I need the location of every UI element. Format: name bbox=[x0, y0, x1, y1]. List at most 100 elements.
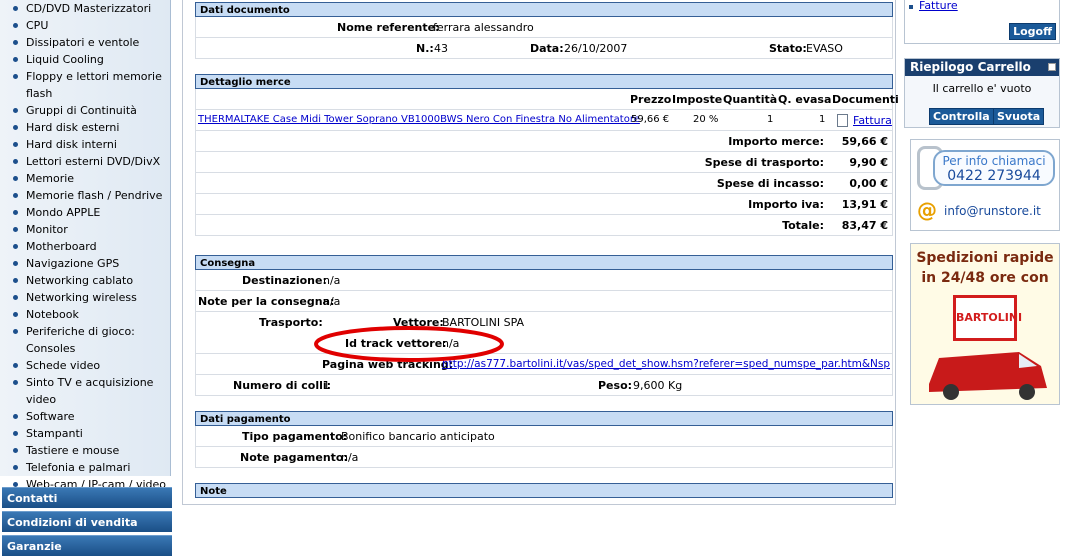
left-sidebar: CD/DVD Masterizzatori CPU Dissipatori e ve… bbox=[0, 0, 172, 559]
sidebar-category-item[interactable]: Monitor bbox=[0, 221, 170, 238]
sidebar-category-label: Notebook bbox=[26, 308, 79, 321]
category-list: CD/DVD Masterizzatori CPU Dissipatori e ve… bbox=[0, 0, 171, 525]
logoff-button[interactable]: Logoff bbox=[1009, 23, 1056, 40]
sidebar-category-item[interactable]: Mondo APPLE bbox=[0, 204, 170, 221]
contatti-button[interactable]: Contatti bbox=[2, 487, 172, 508]
col-quantita: Quantità bbox=[723, 93, 778, 106]
sidebar-category-label: Telefonia e palmari bbox=[26, 461, 131, 474]
sidebar-category-item[interactable]: Floppy e lettori memorie flash bbox=[0, 68, 170, 102]
bartolini-logo: BARTOLINI bbox=[953, 295, 1022, 341]
stato-label: Stato: bbox=[769, 42, 807, 55]
sidebar-category-item[interactable]: Notebook bbox=[0, 306, 170, 323]
sidebar-category-item[interactable]: Telefonia e palmari bbox=[0, 459, 170, 476]
colli-label: Numero di colli: bbox=[233, 379, 332, 392]
cart-box: Riepilogo Carrello Il carrello e' vuoto … bbox=[904, 58, 1060, 128]
sidebar-category-label: Floppy e lettori memorie flash bbox=[26, 70, 162, 100]
sidebar-category-item[interactable]: Memorie bbox=[0, 170, 170, 187]
bullet-icon bbox=[13, 244, 18, 249]
sidebar-category-label: Networking wireless bbox=[26, 291, 137, 304]
consegna-section: Consegna Destinazione: n/a Note per la c… bbox=[195, 255, 893, 396]
peso-value: 9,600 Kg bbox=[633, 379, 683, 392]
tipo-pagamento-label: Tipo pagamento: bbox=[242, 430, 348, 443]
sidebar-category-item[interactable]: Hard disk esterni bbox=[0, 119, 170, 136]
total-label: Spese di trasporto: bbox=[704, 156, 824, 169]
sidebar-category-item[interactable]: Tastiere e mouse bbox=[0, 442, 170, 459]
item-imposte: 20 % bbox=[693, 114, 719, 125]
sidebar-category-label: Stampanti bbox=[26, 427, 83, 440]
document-icon[interactable] bbox=[837, 114, 848, 127]
info-label: Per info chiamaci bbox=[942, 154, 1046, 168]
bullet-icon bbox=[13, 312, 18, 317]
email-link[interactable]: info@runstore.it bbox=[944, 204, 1041, 218]
sidebar-category-item[interactable]: Memorie flash / Pendrive bbox=[0, 187, 170, 204]
sidebar-category-label: Lettori esterni DVD/DivX bbox=[26, 155, 161, 168]
bullet-icon bbox=[13, 380, 18, 385]
note-consegna-value: n/a bbox=[323, 295, 341, 308]
fatture-link[interactable]: Fatture bbox=[919, 0, 958, 12]
bullet-icon bbox=[13, 6, 18, 11]
bullet-icon bbox=[13, 108, 18, 113]
total-row: Spese di trasporto: 9,90 € bbox=[195, 152, 893, 173]
bullet-icon bbox=[13, 23, 18, 28]
product-link[interactable]: THERMALTAKE Case Midi Tower Soprano VB10… bbox=[198, 114, 640, 125]
sidebar-category-item[interactable]: Hard disk interni bbox=[0, 136, 170, 153]
controlla-button[interactable]: Controlla bbox=[929, 108, 994, 125]
stato-value: EVASO bbox=[806, 42, 843, 55]
numero-value: 43 bbox=[434, 42, 448, 55]
bartolini-promo-banner[interactable]: Spedizioni rapide in 24/48 ore con BARTO… bbox=[910, 243, 1060, 405]
total-row: Importo iva: 13,91 € bbox=[195, 194, 893, 215]
bullet-icon bbox=[13, 295, 18, 300]
total-label: Totale: bbox=[782, 219, 824, 232]
bullet-icon bbox=[13, 74, 18, 79]
svuota-button[interactable]: Svuota bbox=[993, 108, 1045, 125]
total-value: 83,47 € bbox=[841, 219, 888, 232]
sidebar-category-item[interactable]: Navigazione GPS bbox=[0, 255, 170, 272]
sidebar-category-item[interactable]: Periferiche di gioco: Consoles bbox=[0, 323, 170, 357]
sidebar-category-item[interactable]: Schede video bbox=[0, 357, 170, 374]
sidebar-category-item[interactable]: Networking cablato bbox=[0, 272, 170, 289]
bullet-icon bbox=[13, 261, 18, 266]
sidebar-category-item[interactable]: Software bbox=[0, 408, 170, 425]
cart-title: Riepilogo Carrello bbox=[910, 60, 1031, 74]
bullet-icon bbox=[13, 278, 18, 283]
section-title: Dati documento bbox=[195, 2, 893, 17]
sidebar-category-item[interactable]: CD/DVD Masterizzatori bbox=[0, 0, 170, 17]
peso-label: Peso: bbox=[598, 379, 633, 392]
sidebar-category-label: Monitor bbox=[26, 223, 68, 236]
item-prezzo: 59,66 € bbox=[631, 114, 670, 125]
fattura-link[interactable]: Fattura bbox=[853, 114, 892, 127]
total-row: Spese di incasso: 0,00 € bbox=[195, 173, 893, 194]
sidebar-category-label: Memorie bbox=[26, 172, 75, 185]
sidebar-category-item[interactable]: Lettori esterni DVD/DivX bbox=[0, 153, 170, 170]
phone-number: 0422 273944 bbox=[947, 168, 1041, 184]
data-value: 26/10/2007 bbox=[564, 42, 628, 55]
col-q-evasa: Q. evasa bbox=[778, 93, 832, 106]
sidebar-category-item[interactable]: Gruppi di Continuità bbox=[0, 102, 170, 119]
section-title: Dati pagamento bbox=[195, 411, 893, 426]
promo-line-2: in 24/48 ore con bbox=[921, 270, 1049, 286]
bullet-icon bbox=[13, 57, 18, 62]
total-label: Importo merce: bbox=[728, 135, 824, 148]
minimize-icon[interactable] bbox=[1048, 63, 1056, 71]
item-evasa: 1 bbox=[819, 114, 826, 125]
tracking-link[interactable]: http://as777.bartolini.it/vas/sped_det_s… bbox=[442, 358, 890, 370]
sidebar-category-label: Schede video bbox=[26, 359, 101, 372]
sidebar-category-item[interactable]: Liquid Cooling bbox=[0, 51, 170, 68]
sidebar-category-label: Hard disk esterni bbox=[26, 121, 120, 134]
condizioni-vendita-button[interactable]: Condizioni di vendita bbox=[2, 511, 172, 532]
sidebar-category-item[interactable]: Motherboard bbox=[0, 238, 170, 255]
garanzie-button[interactable]: Garanzie bbox=[2, 535, 172, 556]
data-label: Data: bbox=[530, 42, 564, 55]
bullet-icon bbox=[13, 431, 18, 436]
total-value: 59,66 € bbox=[841, 135, 888, 148]
bullet-icon bbox=[13, 329, 18, 334]
note-section: Note bbox=[195, 483, 893, 498]
sidebar-category-label: Dissipatori e ventole bbox=[26, 36, 140, 49]
sidebar-category-item[interactable]: Networking wireless bbox=[0, 289, 170, 306]
dettaglio-merce-section: Dettaglio merce Prezzo Imposte Quantità … bbox=[195, 74, 899, 236]
order-detail-panel: Dati documento Nome referente: ferrara a… bbox=[182, 0, 899, 505]
sidebar-category-item[interactable]: CPU bbox=[0, 17, 170, 34]
sidebar-category-item[interactable]: Sinto TV e acquisizione video bbox=[0, 374, 170, 408]
sidebar-category-item[interactable]: Dissipatori e ventole bbox=[0, 34, 170, 51]
sidebar-category-item[interactable]: Stampanti bbox=[0, 425, 170, 442]
